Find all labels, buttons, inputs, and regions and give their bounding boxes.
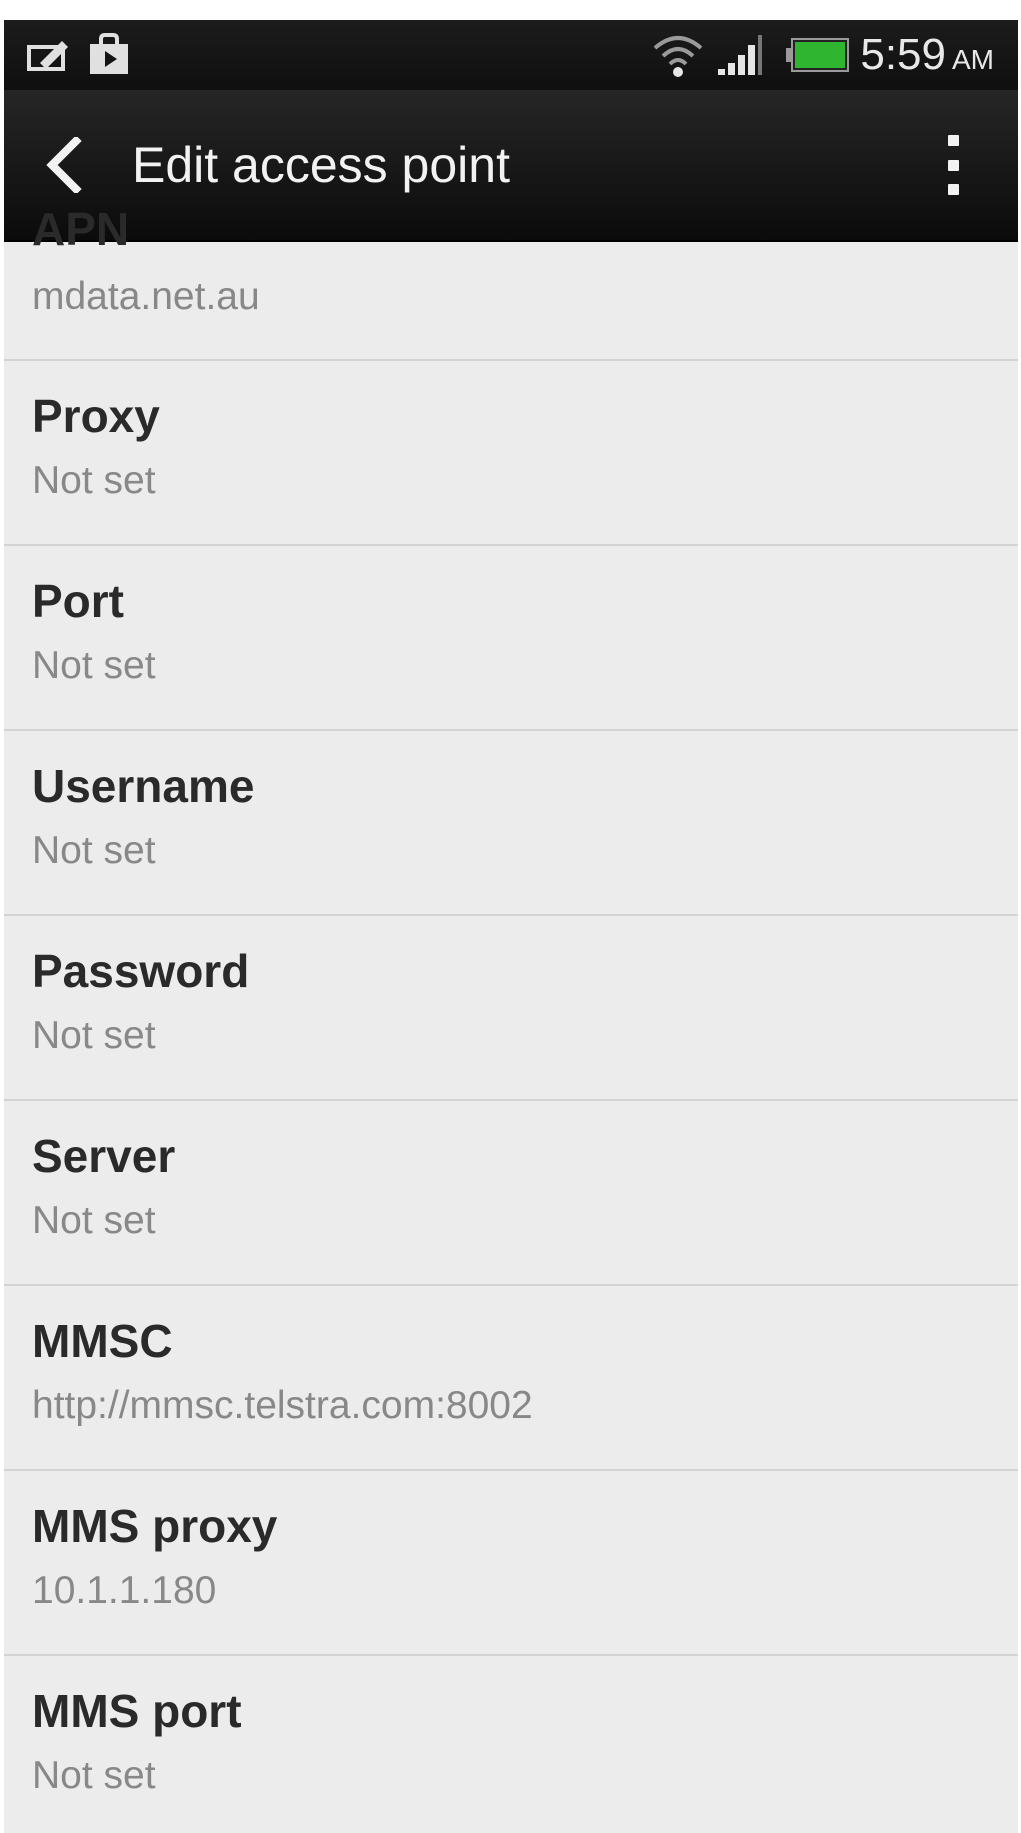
setting-value: Not set bbox=[32, 1014, 156, 1057]
setting-title: Password bbox=[32, 945, 250, 997]
phone-screen: 5:59 AM Edit access point APN mdata.net.a… bbox=[4, 20, 1018, 1833]
signal-icon bbox=[716, 20, 764, 90]
overflow-menu-icon-dot bbox=[947, 135, 959, 146]
setting-title: Server bbox=[32, 1130, 176, 1182]
status-time: 5:59 AM bbox=[860, 20, 994, 90]
setting-title: APN bbox=[32, 203, 130, 255]
setting-row-proxy[interactable]: Proxy Not set bbox=[4, 361, 1018, 546]
setting-title: MMSC bbox=[32, 1315, 173, 1367]
setting-title: Username bbox=[32, 760, 255, 812]
setting-value: Not set bbox=[32, 829, 156, 872]
overflow-menu-icon-dot bbox=[947, 184, 959, 195]
back-button[interactable] bbox=[34, 135, 94, 195]
setting-value: Not set bbox=[32, 1754, 156, 1797]
setting-row-apn[interactable]: APN mdata.net.au bbox=[4, 197, 1018, 361]
clock-time: 5:59 bbox=[860, 30, 946, 79]
setting-title: MMS port bbox=[32, 1685, 242, 1737]
setting-value: http://mmsc.telstra.com:8002 bbox=[32, 1384, 533, 1427]
setting-row-password[interactable]: Password Not set bbox=[4, 916, 1018, 1101]
chevron-left-icon bbox=[46, 137, 82, 193]
setting-row-server[interactable]: Server Not set bbox=[4, 1101, 1018, 1286]
settings-list: APN mdata.net.au Proxy Not set Port Not … bbox=[4, 203, 1018, 1833]
setting-value: Not set bbox=[32, 644, 156, 687]
setting-value: Not set bbox=[32, 459, 156, 502]
overflow-menu-button[interactable] bbox=[938, 135, 968, 195]
setting-value: Not set bbox=[32, 1199, 156, 1242]
setting-row-mmsc[interactable]: MMSC http://mmsc.telstra.com:8002 bbox=[4, 1286, 1018, 1471]
setting-title: MMS proxy bbox=[32, 1500, 278, 1552]
setting-title: Port bbox=[32, 575, 124, 627]
setting-value: mdata.net.au bbox=[32, 275, 260, 318]
clock-ampm: AM bbox=[952, 44, 994, 75]
setting-row-mms-proxy[interactable]: MMS proxy 10.1.1.180 bbox=[4, 1471, 1018, 1656]
shopping-bag-icon bbox=[86, 20, 132, 90]
status-bar: 5:59 AM bbox=[4, 20, 1018, 90]
overflow-menu-icon-dot bbox=[947, 159, 959, 171]
setting-row-mms-port[interactable]: MMS port Not set bbox=[4, 1656, 1018, 1833]
battery-icon bbox=[786, 20, 850, 90]
edit-note-icon bbox=[26, 20, 72, 90]
setting-title: Proxy bbox=[32, 390, 160, 442]
setting-value: 10.1.1.180 bbox=[32, 1569, 217, 1612]
setting-row-username[interactable]: Username Not set bbox=[4, 731, 1018, 916]
setting-row-port[interactable]: Port Not set bbox=[4, 546, 1018, 731]
wifi-icon bbox=[652, 20, 704, 90]
